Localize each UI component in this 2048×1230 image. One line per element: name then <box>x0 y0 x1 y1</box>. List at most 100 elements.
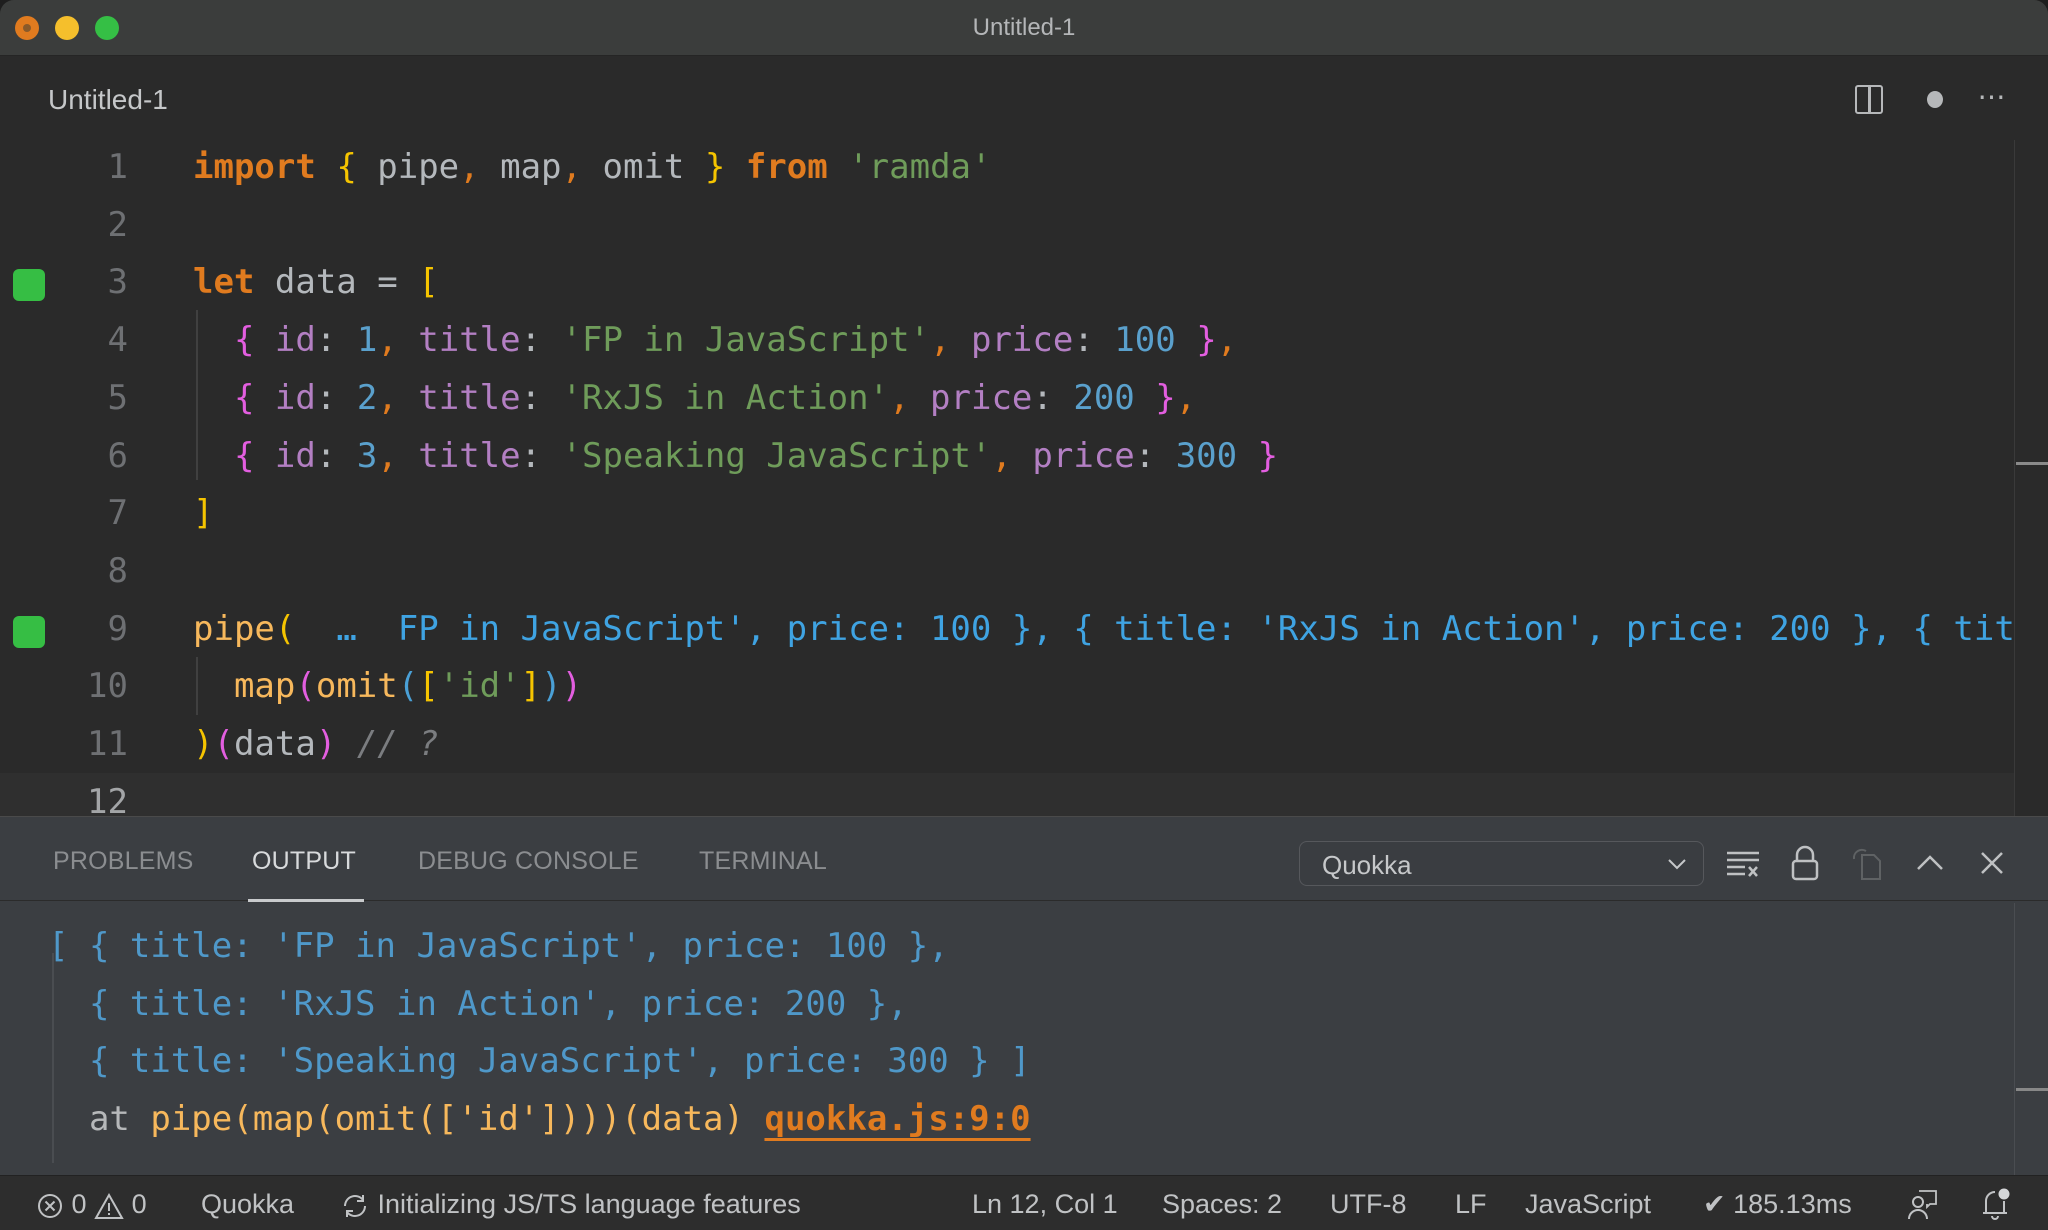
code-token: : <box>1032 377 1074 418</box>
line-number: 4 <box>107 320 128 361</box>
code-line[interactable]: 1 import { pipe, map, omit } from 'ramda' <box>0 138 2014 196</box>
code-token: price <box>950 320 1074 361</box>
output-channel-select[interactable]: Quokka <box>1299 841 1704 886</box>
code-line[interactable]: 8 <box>0 542 2014 600</box>
code-token: [ <box>418 262 439 303</box>
code-line[interactable]: 2 <box>0 196 2014 254</box>
code-token: { <box>233 435 255 476</box>
code-token: 300 <box>1175 435 1238 476</box>
code-line[interactable]: 6 { id: 3, title: 'Speaking JavaScript',… <box>0 427 2014 485</box>
close-panel-icon[interactable] <box>1972 843 2012 883</box>
cursor-position[interactable]: Ln 12, Col 1 <box>972 1189 1118 1220</box>
language-progress-status[interactable]: Initializing JS/TS language features <box>340 1189 801 1220</box>
code-token: ( <box>295 666 316 707</box>
scrollbar-marker <box>2016 1088 2048 1091</box>
code-token: title <box>397 377 521 418</box>
output-content[interactable]: [ { title: 'FP in JavaScript', price: 10… <box>0 903 2014 1176</box>
more-actions-icon[interactable]: ⋯ <box>1975 82 2009 116</box>
lock-scroll-icon[interactable] <box>1785 843 1825 883</box>
code-token: 'RxJS in Action' <box>561 377 890 418</box>
code-token: 200 <box>1073 377 1135 418</box>
encoding-status[interactable]: UTF-8 <box>1330 1189 1407 1220</box>
code-line[interactable]: 5 { id: 2, title: 'RxJS in Action', pric… <box>0 369 2014 427</box>
line-number: 3 <box>107 262 128 303</box>
code-editor[interactable]: 1 import { pipe, map, omit } from 'ramda'… <box>0 138 2048 831</box>
source-location-link[interactable]: quokka.js:9:0 <box>764 1099 1030 1139</box>
active-tab-indicator <box>248 899 364 902</box>
code-line[interactable]: 3 let data = [ <box>0 253 2014 311</box>
warning-count: 0 <box>131 1189 147 1219</box>
problems-status[interactable]: 0 0 <box>36 1189 147 1220</box>
maximize-panel-icon[interactable] <box>1910 843 1950 883</box>
code-token: , <box>930 320 951 361</box>
code-text: import { pipe, map, omit } from 'ramda' <box>193 138 991 196</box>
scrollbar-cursor-marker <box>2016 462 2048 465</box>
code-line[interactable]: 4 { id: 1, title: 'FP in JavaScript', pr… <box>0 311 2014 369</box>
code-token: map <box>479 147 562 187</box>
clear-output-icon[interactable] <box>1723 843 1763 883</box>
code-token: { <box>233 377 255 418</box>
code-line[interactable]: 9 pipe( … FP in JavaScript', price: 100 }… <box>0 600 2048 658</box>
code-token: , <box>377 435 398 476</box>
notifications-bell-icon[interactable] <box>1978 1186 2012 1222</box>
split-editor-icon[interactable] <box>1852 82 1886 116</box>
code-token: title <box>397 320 521 361</box>
tab-output[interactable]: OUTPUT <box>252 847 356 876</box>
editor-header: Untitled-1 ⋯ <box>0 56 2048 140</box>
code-token: map <box>233 666 296 707</box>
eol-status[interactable]: LF <box>1455 1189 1487 1220</box>
code-line[interactable]: 11)(data) // ? <box>0 715 2014 773</box>
code-token: import <box>193 147 316 187</box>
code-token: , <box>1175 377 1197 418</box>
code-token: : <box>1134 435 1176 476</box>
error-count: 0 <box>71 1189 87 1219</box>
code-text: )(data) // ? <box>193 715 439 773</box>
quokka-timing[interactable]: ✔ 185.13ms <box>1703 1189 1852 1220</box>
editor-vertical-scrollbar[interactable] <box>2014 140 2048 816</box>
line-number: 8 <box>107 550 128 591</box>
output-line: at pipe(map(omit(['id'])))(data) quokka.… <box>48 1090 1031 1148</box>
output-token: pipe(map(omit(['id'])))(data) <box>150 1098 744 1139</box>
status-bar: 0 0 Quokka Initializing JS/TS language f… <box>0 1175 2048 1230</box>
code-token: id <box>254 320 316 361</box>
unsaved-dot-icon[interactable] <box>1917 82 1951 116</box>
tab-terminal[interactable]: TERMINAL <box>699 847 827 876</box>
code-token: data <box>254 262 378 303</box>
tab-problems[interactable]: PROBLEMS <box>53 847 194 876</box>
line-number: 6 <box>107 435 128 476</box>
output-token: at <box>48 1098 151 1139</box>
code-token: from <box>745 147 828 187</box>
quokka-status[interactable]: Quokka <box>201 1189 294 1220</box>
code-token: id <box>254 435 316 476</box>
code-text: ] <box>193 484 213 542</box>
code-token: { <box>233 320 255 361</box>
panel-tabs: PROBLEMS OUTPUT DEBUG CONSOLE TERMINAL Q… <box>0 817 2048 902</box>
code-token: ) <box>541 666 562 707</box>
open-log-file-icon[interactable] <box>1848 843 1888 883</box>
output-token: { title: 'Speaking JavaScript', price: 3… <box>48 1041 1031 1081</box>
output-token: { title: 'RxJS in Action', price: 200 }, <box>48 983 908 1024</box>
window-title: Untitled-1 <box>972 14 1076 41</box>
language-mode[interactable]: JavaScript <box>1525 1189 1651 1220</box>
tab-debug-console[interactable]: DEBUG CONSOLE <box>418 847 639 876</box>
indentation-status[interactable]: Spaces: 2 <box>1162 1189 1282 1220</box>
code-token: omit <box>582 147 705 187</box>
code-line[interactable]: 10 map(omit(['id'])) <box>0 657 2014 715</box>
code-token: let <box>193 262 255 303</box>
line-number: 9 <box>107 608 128 649</box>
code-line[interactable]: 7] <box>0 484 2014 542</box>
code-token: omit <box>315 666 398 707</box>
code-token: } <box>1196 320 1217 361</box>
line-number: 7 <box>107 493 128 534</box>
line-number: 10 <box>87 666 128 707</box>
editor-file-title[interactable]: Untitled-1 <box>48 84 168 116</box>
output-vertical-scrollbar[interactable] <box>2014 903 2048 1176</box>
feedback-icon[interactable] <box>1905 1187 1939 1221</box>
